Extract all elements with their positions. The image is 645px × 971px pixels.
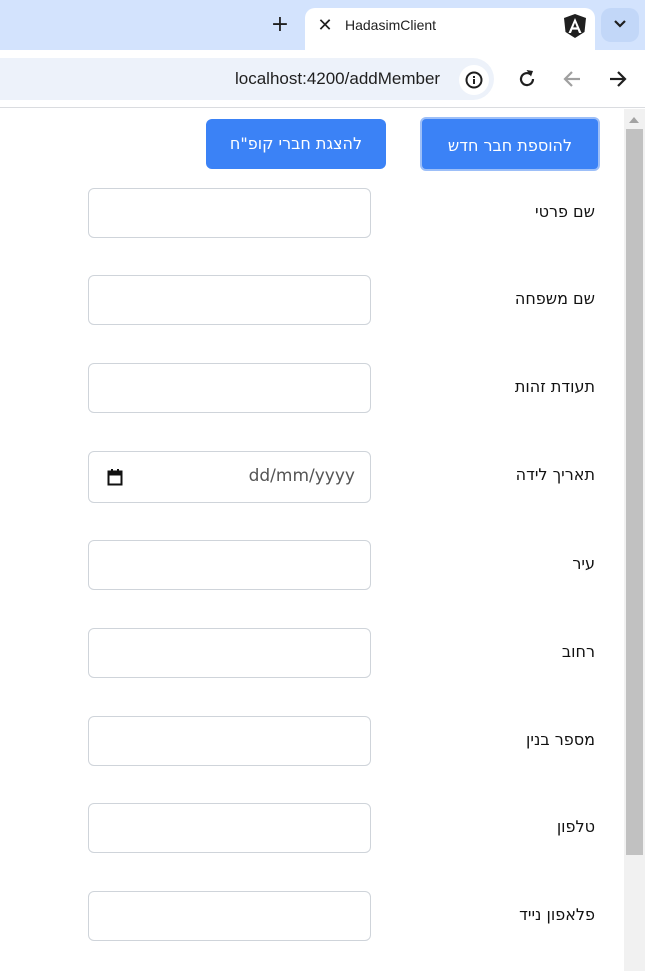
phone-input[interactable] (88, 803, 371, 853)
street-label: רחוב (561, 642, 595, 661)
city-input[interactable] (88, 540, 371, 590)
birth-date-placeholder: dd/mm/yyyy (248, 466, 355, 486)
back-arrow-icon[interactable] (560, 66, 586, 92)
form-row-birth-date: תאריך לידה dd/mm/yyyy (0, 451, 620, 503)
tab-close-icon[interactable]: ✕ (316, 15, 334, 37)
last-name-label: שם משפחה (514, 289, 595, 308)
url-text[interactable]: localhost:4200/addMember (235, 69, 440, 89)
form-row-street: רחוב (0, 628, 620, 680)
first-name-input[interactable] (88, 188, 371, 238)
building-number-input[interactable] (88, 716, 371, 766)
city-label: עיר (572, 554, 595, 573)
id-number-label: תעודת זהות (514, 377, 595, 396)
chevron-down-icon (614, 20, 626, 28)
tab-title: HadasimClient (345, 17, 437, 33)
form-row-city: עיר (0, 540, 620, 592)
site-info-button[interactable] (459, 65, 489, 95)
form-row-first-name: שם פרטי (0, 188, 620, 240)
tab-search-button[interactable] (601, 8, 639, 42)
form-row-mobile: פלאפון נייד (0, 891, 620, 943)
angular-logo-icon (564, 14, 586, 38)
first-name-label: שם פרטי (534, 202, 595, 221)
info-icon (465, 71, 483, 89)
form-row-last-name: שם משפחה (0, 275, 620, 327)
calendar-icon[interactable] (107, 469, 123, 486)
form-row-id-number: תעודת זהות (0, 363, 620, 415)
form-row-phone: טלפון (0, 803, 620, 855)
reload-icon[interactable] (514, 66, 540, 92)
mobile-label: פלאפון נייד (519, 905, 595, 924)
form-row-building-number: מספר בנין (0, 716, 620, 768)
show-members-button[interactable]: להצגת חברי קופ"ח (206, 119, 386, 169)
page-scrollbar[interactable] (624, 109, 645, 971)
new-tab-button[interactable]: + (268, 11, 292, 39)
building-number-label: מספר בנין (526, 730, 595, 749)
street-input[interactable] (88, 628, 371, 678)
mobile-input[interactable] (88, 891, 371, 941)
forward-arrow-icon[interactable] (604, 66, 630, 92)
last-name-input[interactable] (88, 275, 371, 325)
id-number-input[interactable] (88, 363, 371, 413)
browser-tab-bar: + ✕ HadasimClient (0, 0, 645, 50)
browser-toolbar: localhost:4200/addMember (0, 50, 645, 108)
phone-label: טלפון (556, 817, 595, 836)
scroll-up-arrow-icon[interactable] (629, 117, 639, 123)
add-member-button[interactable]: להוספת חבר חדש (420, 117, 600, 171)
scrollbar-thumb[interactable] (626, 129, 643, 855)
birth-date-label: תאריך לידה (515, 465, 595, 484)
browser-tab[interactable]: ✕ HadasimClient (305, 8, 595, 50)
birth-date-input[interactable]: dd/mm/yyyy (88, 451, 371, 503)
